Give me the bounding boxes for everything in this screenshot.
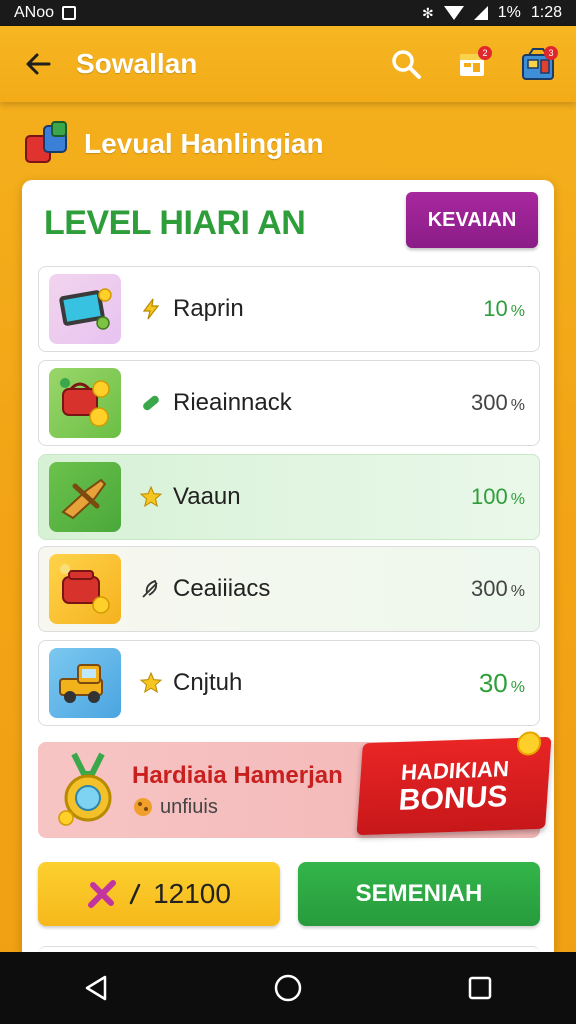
list-item[interactable]: Vaaun 100%: [38, 454, 540, 540]
star-icon: [139, 671, 163, 695]
cookie-icon: [134, 798, 152, 816]
signal-icon: [473, 6, 488, 20]
status-bar: ANoo ✻ 1% 1:28: [0, 0, 576, 26]
home-circle-icon: [274, 974, 302, 1002]
calendar-badge: 2: [478, 46, 492, 60]
bonus-badge[interactable]: HADIKIAN BONUS: [356, 731, 552, 836]
lightning-icon: [139, 297, 163, 321]
row-label: Vaaun: [173, 483, 241, 510]
phone-thumbnail: [49, 554, 121, 624]
back-button[interactable]: [18, 44, 58, 84]
row-label: Cnjtuh: [173, 669, 243, 696]
coin-icon: [516, 731, 542, 756]
navigation-bar: [0, 952, 576, 1024]
bonus-banner[interactable]: Hardiaia Hamerjan unfiuis HADIKIAN BONUS: [38, 731, 552, 838]
row-value: 10%: [483, 296, 525, 321]
recents-square-icon: [468, 976, 492, 1000]
shop-badge: 3: [544, 46, 558, 60]
bonus-badge-line2: BONUS: [397, 780, 509, 817]
nav-home-button[interactable]: [264, 964, 312, 1012]
medal-icon: [58, 752, 112, 826]
back-arrow-icon: [26, 53, 51, 75]
app-title: Sowallan: [76, 48, 198, 79]
list-item[interactable]: Rieainnack 300%: [38, 360, 540, 446]
row-value: 300%: [471, 576, 525, 601]
vibrate-icon: ✻: [422, 4, 434, 21]
level-card: LEVEL HIARI AN KEVAIAN Raprin 10% Rieain…: [22, 180, 554, 960]
truck-thumbnail: [49, 648, 121, 718]
star-icon: [139, 485, 163, 509]
clock: 1:28: [530, 4, 562, 21]
list-item[interactable]: Cnjtuh 30%: [38, 640, 540, 726]
card-title: LEVEL HIARI AN: [44, 204, 306, 242]
airplane-thumbnail: [49, 462, 121, 532]
wifi-icon: [443, 6, 464, 20]
row-label: Raprin: [173, 295, 244, 322]
score-value: 12100: [153, 878, 231, 909]
bag-thumbnail: [49, 368, 121, 438]
tablet-thumbnail: [49, 274, 121, 344]
app-bar: Sowallan 2 3: [0, 26, 576, 102]
primary-button[interactable]: SEMENIAH: [298, 862, 540, 926]
carrier-label: ANoo: [14, 4, 55, 21]
list-item[interactable]: Raprin 10%: [38, 266, 540, 352]
notification-icon: [62, 6, 77, 20]
score-button[interactable]: 12100: [38, 862, 280, 926]
list-item[interactable]: Ceaiiiacs 300%: [38, 546, 540, 632]
card-action-button[interactable]: KEVAIAN: [406, 192, 538, 248]
nav-recents-button[interactable]: [456, 964, 504, 1012]
row-label: Rieainnack: [173, 389, 292, 416]
gift-boxes-icon: [25, 121, 67, 163]
back-triangle-icon: [85, 975, 107, 1001]
row-value: 30%: [478, 667, 525, 698]
pill-icon: [139, 391, 163, 415]
row-label: Ceaiiiacs: [173, 575, 271, 602]
nav-back-button[interactable]: [72, 964, 120, 1012]
bonus-title: Hardiaia Hamerjan: [132, 761, 343, 789]
search-icon: [392, 50, 421, 79]
row-value: 100%: [471, 484, 525, 509]
section-header: Levual Hanlingian: [22, 118, 324, 170]
calendar-button[interactable]: 2: [452, 44, 492, 84]
sparkle-icon: [88, 880, 117, 908]
row-value: 300%: [471, 390, 525, 415]
search-button[interactable]: [386, 44, 426, 84]
section-title: Levual Hanlingian: [84, 128, 324, 159]
feather-icon: [139, 577, 163, 601]
shop-button[interactable]: 3: [518, 44, 558, 84]
bonus-subtitle: unfiuis: [160, 795, 218, 818]
battery-label: 1%: [497, 4, 521, 21]
pencil-icon: [129, 883, 141, 905]
